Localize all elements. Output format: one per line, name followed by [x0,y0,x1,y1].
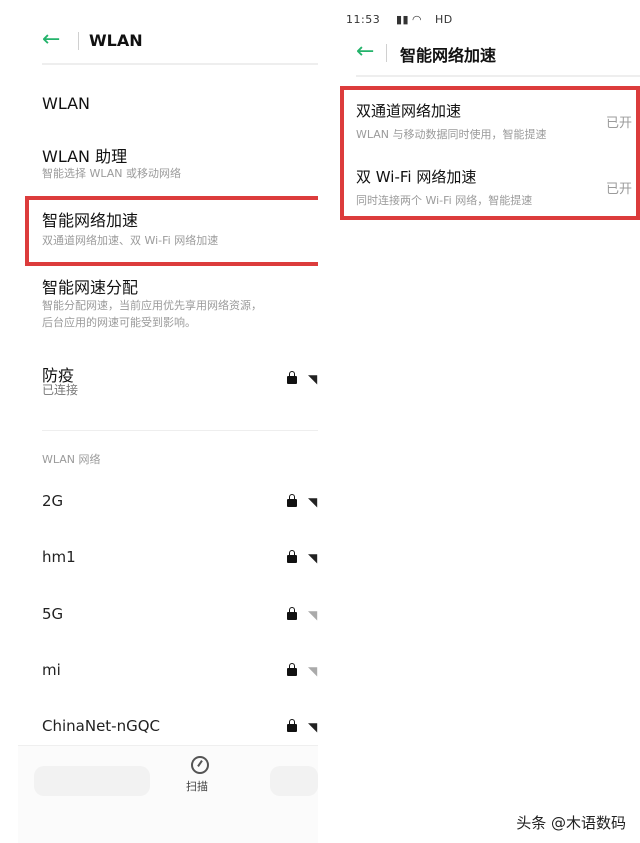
wifi-signal-icon: ◥ [308,372,318,386]
network-item[interactable]: 5G ◥ [42,603,318,627]
network-item[interactable]: ChinaNet-nGQC ◥ [42,715,318,739]
wlan-toggle-row[interactable]: WLAN [42,92,318,116]
dual-wifi-subtitle: 同时连接两个 Wi-Fi 网络，智能提速 [356,194,533,207]
wlan-assistant-row[interactable]: WLAN 助理 智能选择 WLAN 或移动网络 [42,140,318,184]
wifi-signal-icon: ◥ [308,720,318,734]
wlan-settings-panel: ← WLAN WLAN WLAN 助理 智能选择 WLAN 或移动网络 智能网络… [0,0,318,843]
smart-speed-allocation-label: 智能网速分配 [42,278,139,297]
lock-icon [287,607,297,620]
wlan-row-label: WLAN [42,94,91,113]
header-divider-line [42,63,318,65]
wifi-signal-weak-icon: ◥ [308,608,318,622]
wlan-assistant-subtitle: 智能选择 WLAN 或移动网络 [42,167,182,180]
scan-button-label[interactable]: 扫描 [186,778,208,794]
smart-acceleration-subtitle: 双通道网络加速、双 Wi-Fi 网络加速 [42,234,219,247]
lock-icon [287,719,297,732]
bottom-right-placeholder [270,766,318,796]
smart-speed-allocation-subtitle-1: 智能分配网速，当前应用优先享用网络资源， [42,299,262,312]
smart-acceleration-panel: 11:53 ▮▮ ◠ HD ← 智能网络加速 双通道网络加速 WLAN 与移动数… [340,0,640,222]
network-item[interactable]: mi ◥ [42,659,318,683]
wlan-header: ← WLAN [42,28,318,54]
status-hd-label: HD [435,13,453,26]
dual-channel-label: 双通道网络加速 [356,102,462,120]
dual-wifi-label: 双 Wi-Fi 网络加速 [356,168,477,186]
wlan-assistant-label: WLAN 助理 [42,147,128,166]
network-name: ChinaNet-nGQC [42,717,161,735]
watermark-text: 头条 @木语数码 [516,814,626,832]
network-name: 5G [42,605,64,623]
dual-channel-subtitle: WLAN 与移动数据同时使用，智能提速 [356,128,547,141]
network-name: mi [42,661,61,679]
lock-icon [287,371,297,384]
scan-icon[interactable] [191,756,209,774]
smart-speed-allocation-row[interactable]: 智能网速分配 智能分配网速，当前应用优先享用网络资源， 后台应用的网速可能受到影… [42,272,318,334]
page-title: 智能网络加速 [400,46,497,65]
network-name: 2G [42,492,64,510]
wifi-status-icon: ◠ [412,13,423,26]
wifi-signal-icon: ◥ [308,495,318,509]
network-name: hm1 [42,548,76,566]
status-bar-time: 11:53 [346,13,381,26]
back-arrow-icon[interactable]: ← [356,40,374,64]
network-item[interactable]: hm1 ◥ [42,546,318,570]
header-divider [78,32,79,50]
page-title: WLAN [89,31,143,50]
lock-icon [287,550,297,563]
smart-acceleration-label: 智能网络加速 [42,211,139,230]
header-divider-line [356,75,640,77]
dual-wifi-state: 已开 [606,182,633,197]
section-divider [42,430,318,431]
connected-network-status: 已连接 [42,383,79,397]
dual-channel-state: 已开 [606,116,633,131]
network-item[interactable]: 2G ◥ [42,490,318,514]
wlan-networks-section-label: WLAN 网络 [42,453,101,466]
signal-icon: ▮▮ [396,13,410,26]
dual-wifi-acceleration-row[interactable]: 双 Wi-Fi 网络加速 同时连接两个 Wi-Fi 网络，智能提速 已开 [356,166,640,210]
header-divider [386,44,387,62]
dual-channel-acceleration-row[interactable]: 双通道网络加速 WLAN 与移动数据同时使用，智能提速 已开 [356,100,640,144]
back-arrow-icon[interactable]: ← [42,28,60,52]
connected-network-row[interactable]: 防疫 已连接 ◥ [42,360,318,404]
lock-icon [287,663,297,676]
lock-icon [287,494,297,507]
wifi-signal-icon: ◥ [308,551,318,565]
wifi-signal-weak-icon: ◥ [308,664,318,678]
smart-acceleration-row[interactable]: 智能网络加速 双通道网络加速、双 Wi-Fi 网络加速 [42,204,318,254]
smart-speed-allocation-subtitle-2: 后台应用的网速可能受到影响。 [42,316,196,329]
bottom-left-placeholder [34,766,150,796]
